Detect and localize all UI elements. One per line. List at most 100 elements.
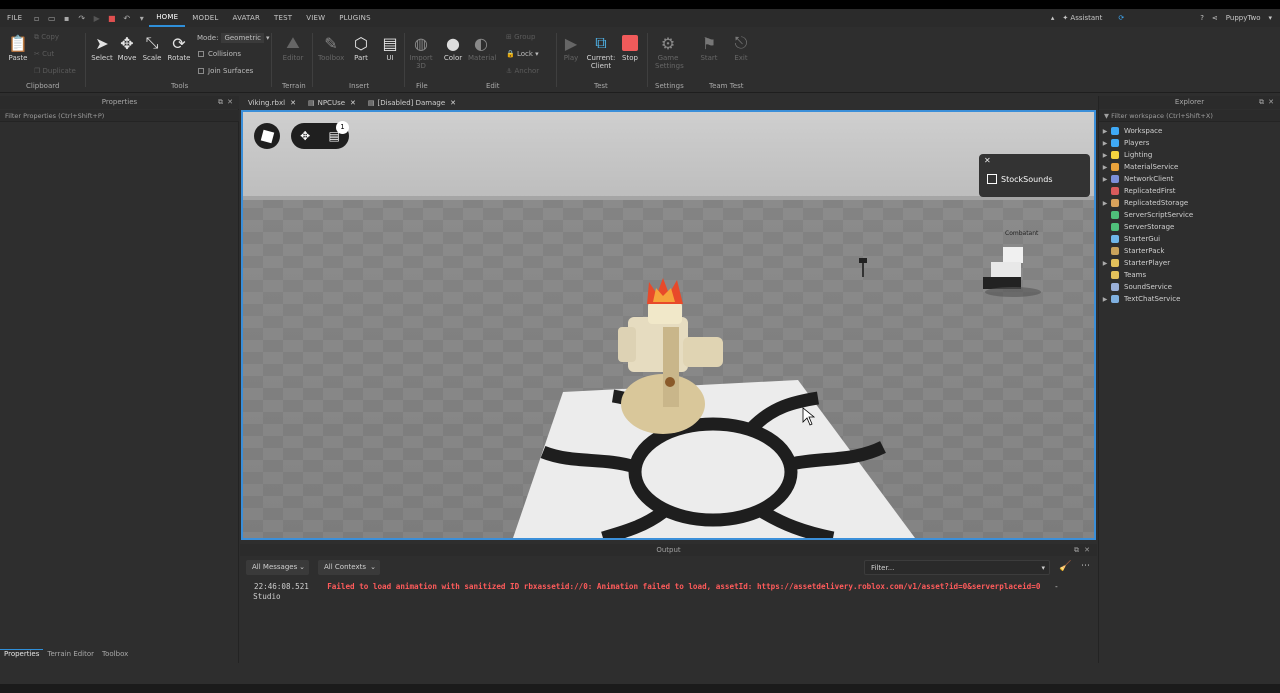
tab-avatar[interactable]: AVATAR (226, 14, 268, 22)
output-filter-input[interactable]: Filter... ▾ (864, 560, 1050, 575)
paste-button[interactable]: 📋 Paste (5, 32, 31, 63)
game-settings-button[interactable]: ⚙ Game Settings (655, 32, 684, 71)
color-button[interactable]: ● Color (440, 32, 466, 63)
exit-game-button[interactable]: ⎋ Exit (728, 32, 754, 62)
stop-icon[interactable]: ■ (107, 14, 116, 23)
lock-option[interactable]: 🔒 Lock ▾ (506, 50, 539, 58)
undo-icon[interactable]: ↶ (122, 14, 131, 23)
part-button[interactable]: ⬡ Part (348, 32, 374, 63)
expand-arrow-icon[interactable]: ▶ (1100, 152, 1110, 159)
expand-arrow-icon[interactable]: ▶ (1100, 296, 1110, 303)
quick-access-dropdown-icon[interactable]: ▾ (137, 14, 146, 23)
tab-properties[interactable]: Properties (0, 649, 44, 658)
expand-arrow-icon[interactable]: ▶ (1100, 128, 1110, 135)
duplicate-option[interactable]: ❐ Duplicate (34, 67, 76, 75)
tab-damage-script[interactable]: ▤ [Disabled] Damage ✕ (362, 96, 462, 110)
copy-option[interactable]: ⧉ Copy (34, 33, 59, 42)
tab-terrain-editor[interactable]: Terrain Editor (43, 650, 98, 658)
explorer-item-textchatservice[interactable]: ▶ TextChatService (1100, 293, 1193, 305)
current-client-button[interactable]: ⧉ Current: Client (586, 32, 616, 70)
expand-arrow-icon[interactable]: ▶ (1100, 140, 1110, 147)
close-panel-icon[interactable]: ✕ (1084, 544, 1090, 556)
stop-button[interactable]: Stop (617, 32, 643, 62)
stock-sounds-item[interactable]: StockSounds (987, 174, 1053, 184)
join-surfaces-checkbox[interactable] (198, 68, 204, 74)
move-tool-button[interactable]: ✥ Move (114, 32, 140, 63)
close-panel-icon[interactable]: ✕ (227, 96, 233, 109)
close-panel-icon[interactable]: ✕ (1268, 96, 1274, 109)
tab-npcuse-script[interactable]: ▤ NPCUse ✕ (302, 96, 362, 110)
explorer-item-replicatedstorage[interactable]: ▶ ReplicatedStorage (1100, 197, 1193, 209)
expand-arrow-icon[interactable]: ▶ (1100, 164, 1110, 171)
share-icon[interactable]: ⋖ (1212, 14, 1218, 22)
tab-model[interactable]: MODEL (185, 14, 225, 22)
assistant-button[interactable]: ✦ Assistant (1062, 14, 1110, 22)
explorer-filter-input[interactable]: ▼ Filter workspace (Ctrl+Shift+X) (1099, 110, 1280, 122)
expand-arrow-icon[interactable]: ▶ (1100, 200, 1110, 207)
expand-arrow-icon[interactable]: ▶ (1100, 260, 1110, 267)
mode-dropdown-icon[interactable]: ▾ (266, 34, 270, 42)
explorer-item-soundservice[interactable]: SoundService (1100, 281, 1193, 293)
terrain-editor-button[interactable]: ⛰ Editor (280, 32, 306, 62)
join-surfaces-toggle[interactable]: Join Surfaces (198, 67, 253, 75)
user-dropdown-icon[interactable]: ▾ (1268, 14, 1272, 22)
properties-filter-input[interactable]: Filter Properties (Ctrl+Shift+P) (0, 110, 239, 122)
collapse-ribbon-icon[interactable]: ▴ (1051, 14, 1055, 22)
more-options-icon[interactable]: ⋯ (1081, 561, 1090, 571)
play-button[interactable]: ▶ Play (558, 32, 584, 63)
team-create-icon[interactable]: ⟳ (1118, 14, 1124, 22)
close-popup-icon[interactable]: ✕ (984, 156, 991, 165)
team-test-button[interactable]: ⚑ Start (696, 32, 722, 63)
tab-plugins[interactable]: PLUGINS (332, 14, 377, 22)
user-name[interactable]: PuppyTwo (1226, 14, 1261, 22)
material-button[interactable]: ◐ Material (468, 32, 496, 63)
tab-viking-place[interactable]: Viking.rbxl ✕ (242, 96, 302, 110)
explorer-item-starterpack[interactable]: StarterPack (1100, 245, 1193, 257)
message-filter-dropdown[interactable]: All Messages ⌄ (246, 560, 309, 575)
expand-arrow-icon[interactable]: ▶ (1100, 176, 1110, 183)
tab-home[interactable]: HOME (149, 9, 186, 27)
rotate-tool-button[interactable]: ⟳ Rotate (166, 32, 192, 63)
explorer-item-lighting[interactable]: ▶ Lighting (1100, 149, 1193, 161)
cut-option[interactable]: ✂ Cut (34, 50, 54, 58)
explorer-item-networkclient[interactable]: ▶ NetworkClient (1100, 173, 1193, 185)
menu-file[interactable]: FILE (0, 14, 29, 22)
explorer-item-serverstorage[interactable]: ServerStorage (1100, 221, 1193, 233)
explorer-item-teams[interactable]: Teams (1100, 269, 1193, 281)
tab-test[interactable]: TEST (267, 14, 299, 22)
collisions-toggle[interactable]: Collisions (198, 50, 241, 58)
group-option[interactable]: ⊞ Group (506, 33, 535, 41)
tab-toolbox[interactable]: Toolbox (98, 650, 132, 658)
explorer-item-serverscriptservice[interactable]: ServerScriptService (1100, 209, 1193, 221)
float-panel-icon[interactable]: ⧉ (1259, 96, 1264, 109)
close-tab-icon[interactable]: ✕ (450, 96, 456, 110)
explorer-item-replicatedfirst[interactable]: ReplicatedFirst (1100, 185, 1193, 197)
close-tab-icon[interactable]: ✕ (290, 96, 296, 110)
new-file-icon[interactable]: ▫ (32, 14, 41, 23)
tab-view[interactable]: VIEW (299, 14, 332, 22)
explorer-item-startergui[interactable]: StarterGui (1100, 233, 1193, 245)
collisions-checkbox[interactable] (198, 51, 204, 57)
float-panel-icon[interactable]: ⧉ (1074, 544, 1079, 556)
help-icon[interactable]: ? (1200, 14, 1204, 22)
redo-icon[interactable]: ↷ (77, 14, 86, 23)
float-panel-icon[interactable]: ⧉ (218, 96, 223, 109)
roblox-menu-button[interactable] (254, 123, 280, 149)
scale-tool-button[interactable]: ⤡ Scale (139, 32, 165, 62)
import-3d-button[interactable]: ◍ Import 3D (408, 32, 434, 71)
mode-value[interactable]: Geometric (221, 33, 264, 43)
clear-output-icon[interactable]: 🧹 (1059, 561, 1071, 572)
save-icon[interactable]: ▪ (62, 14, 71, 23)
explorer-item-players[interactable]: ▶ Players (1100, 137, 1193, 149)
mode-selector[interactable]: Mode: Geometric ▾ (197, 33, 270, 43)
explorer-item-workspace[interactable]: ▶ Workspace (1100, 125, 1193, 137)
close-tab-icon[interactable]: ✕ (350, 96, 356, 110)
context-filter-dropdown[interactable]: All Contexts ⌄ (318, 560, 380, 575)
explorer-item-materialservice[interactable]: ▶ MaterialService (1100, 161, 1193, 173)
log-error-message[interactable]: Failed to load animation with sanitized … (327, 582, 1040, 591)
ui-button[interactable]: ▤ UI (377, 32, 403, 63)
play-icon[interactable]: ▶ (92, 14, 101, 23)
anchor-option[interactable]: ⚓ Anchor (506, 67, 539, 75)
open-file-icon[interactable]: ▭ (47, 14, 56, 23)
toolbox-button[interactable]: ✎ Toolbox (318, 32, 344, 63)
